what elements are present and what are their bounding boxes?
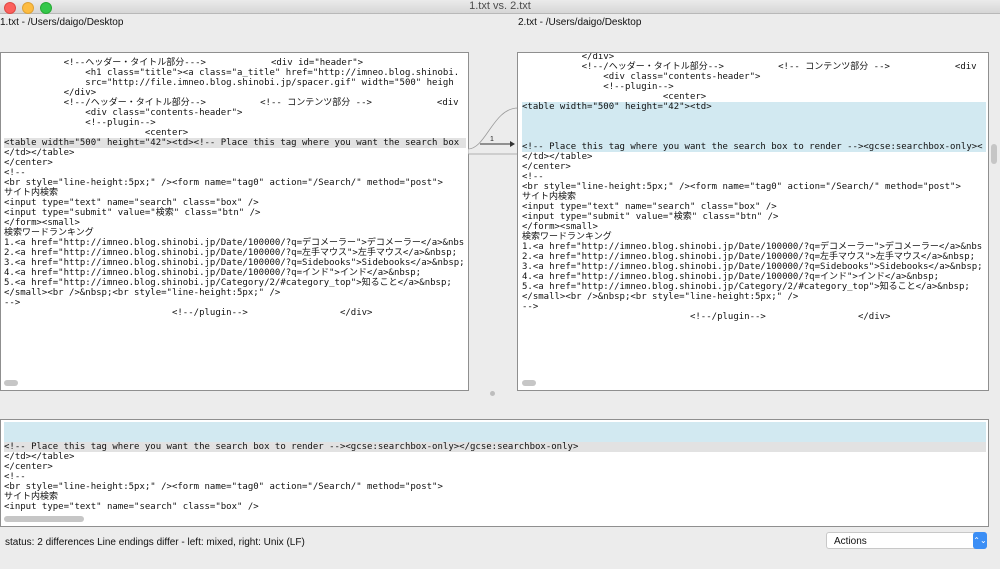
code-line <box>522 122 986 132</box>
right-horizontal-scrollbar[interactable] <box>522 380 536 386</box>
code-line: <br style="line-height:5px;" /><form nam… <box>4 178 443 188</box>
code-line: </div> <box>522 52 615 62</box>
code-line: </center> <box>4 158 53 168</box>
code-line: 4.<a href="http://imneo.blog.shinobi.jp/… <box>522 272 940 282</box>
diff-gutter: 1 <box>468 52 518 391</box>
code-line: <center> <box>522 92 707 102</box>
left-code-view[interactable]: <!--ヘッダー・タイトル部分---> <div id="header"> <h… <box>4 58 466 318</box>
code-line: <!--/plugin--> </div> <box>522 312 891 322</box>
code-line: <!-- Place this tag where you want the s… <box>4 442 986 452</box>
code-line: <input type="text" name="search" class="… <box>522 202 777 212</box>
code-line: 2.<a href="http://imneo.blog.shinobi.jp/… <box>522 252 976 262</box>
code-line: 検索ワードランキング <box>522 232 612 242</box>
merge-horizontal-scrollbar[interactable] <box>4 516 84 522</box>
code-line: <br style="line-height:5px;" /><form nam… <box>4 482 443 492</box>
code-line: <h1 class="title"><a class="a_title" hre… <box>4 68 460 78</box>
code-line: <!--plugin--> <box>4 118 156 128</box>
right-code-view[interactable]: </div> <!--/ヘッダー・タイトル部分--> <!-- コンテンツ部分 … <box>522 52 986 322</box>
code-line: <!-- <box>522 172 544 182</box>
code-line: 5.<a href="http://imneo.blog.shinobi.jp/… <box>4 278 452 288</box>
code-line: <input type="submit" value="検索" class="b… <box>522 212 779 222</box>
actions-label: Actions <box>834 536 867 547</box>
code-line: </small><br />&nbsp;<br style="line-heig… <box>4 288 281 298</box>
code-line: </td></table> <box>522 152 593 162</box>
code-line: <!-- Place this tag where you want the s… <box>522 142 986 152</box>
status-text: status: 2 differences Line endings diffe… <box>5 537 305 548</box>
code-line <box>4 422 986 432</box>
window-title: 1.txt vs. 2.txt <box>469 0 531 12</box>
code-line: 4.<a href="http://imneo.blog.shinobi.jp/… <box>4 268 422 278</box>
code-line: <input type="text" name="search" class="… <box>4 198 259 208</box>
right-vertical-scrollbar[interactable] <box>991 144 997 164</box>
actions-popup-button[interactable]: Actions ⌃⌄ <box>826 532 987 549</box>
code-line: <input type="submit" value="検索" class="b… <box>4 208 261 218</box>
code-line <box>522 132 986 142</box>
code-line: <table width="500" height="42"><td><!-- … <box>4 138 466 148</box>
diff-number-label[interactable]: 1 <box>490 136 494 143</box>
code-line: --> <box>4 298 21 308</box>
code-line: </small><br />&nbsp;<br style="line-heig… <box>522 292 799 302</box>
code-line: 1.<a href="http://imneo.blog.shinobi.jp/… <box>522 242 983 252</box>
code-line: <input type="text" name="search" class="… <box>4 502 259 512</box>
left-file-pane[interactable]: <!--ヘッダー・タイトル部分---> <div id="header"> <h… <box>0 52 469 391</box>
code-line: </center> <box>522 162 571 172</box>
code-line: <center> <box>4 128 189 138</box>
code-line: 3.<a href="http://imneo.blog.shinobi.jp/… <box>4 258 465 268</box>
code-line: 3.<a href="http://imneo.blog.shinobi.jp/… <box>522 262 983 272</box>
code-line: <!-- <box>4 472 26 482</box>
code-line: <!--/ヘッダー・タイトル部分--> <!-- コンテンツ部分 --> <di… <box>522 62 977 72</box>
code-line: </td></table> <box>4 452 75 462</box>
right-file-header: 2.txt - /Users/daigo/Desktop <box>518 17 642 28</box>
code-line: 1.<a href="http://imneo.blog.shinobi.jp/… <box>4 238 465 248</box>
code-line: <table width="500" height="42"><td> <box>522 102 986 112</box>
code-line: <!--plugin--> <box>522 82 674 92</box>
code-line: </form><small> <box>522 222 598 232</box>
merge-output-pane[interactable]: <!-- Place this tag where you want the s… <box>0 419 989 527</box>
code-line: <!--ヘッダー・タイトル部分---> <div id="header"> <box>4 58 364 68</box>
code-line: サイト内検索 <box>4 492 59 502</box>
diff-connector-graphic <box>468 107 518 155</box>
code-line: 検索ワードランキング <box>4 228 94 238</box>
code-line: サイト内検索 <box>522 192 577 202</box>
code-line: </td></table> <box>4 148 75 158</box>
code-line: --> <box>522 302 539 312</box>
code-line: 2.<a href="http://imneo.blog.shinobi.jp/… <box>4 248 458 258</box>
code-line: 5.<a href="http://imneo.blog.shinobi.jp/… <box>522 282 970 292</box>
left-horizontal-scrollbar[interactable] <box>4 380 18 386</box>
code-line: <!--/ヘッダー・タイトル部分--> <!-- コンテンツ部分 --> <di… <box>4 98 459 108</box>
code-line: サイト内検索 <box>4 188 59 198</box>
title-bar: 1.txt vs. 2.txt <box>0 0 1000 14</box>
code-line: src="http://file.imneo.blog.shinobi.jp/s… <box>4 78 454 88</box>
code-line: <!-- <box>4 168 26 178</box>
code-line: <br style="line-height:5px;" /><form nam… <box>522 182 961 192</box>
code-line: </form><small> <box>4 218 80 228</box>
chevron-updown-icon: ⌃⌄ <box>973 532 987 549</box>
code-line: </center> <box>4 462 53 472</box>
right-file-pane[interactable]: </div> <!--/ヘッダー・タイトル部分--> <!-- コンテンツ部分 … <box>517 52 989 391</box>
left-file-header: 1.txt - /Users/daigo/Desktop <box>0 17 124 28</box>
code-line: </div> <box>4 88 97 98</box>
code-line <box>522 112 986 122</box>
split-handle[interactable] <box>490 391 495 396</box>
code-line: <div class="contents-header"> <box>522 72 761 82</box>
code-line <box>4 432 986 442</box>
code-line: <!--/plugin--> </div> <box>4 308 373 318</box>
code-line: <div class="contents-header"> <box>4 108 243 118</box>
merge-code-view[interactable]: <!-- Place this tag where you want the s… <box>4 422 986 512</box>
